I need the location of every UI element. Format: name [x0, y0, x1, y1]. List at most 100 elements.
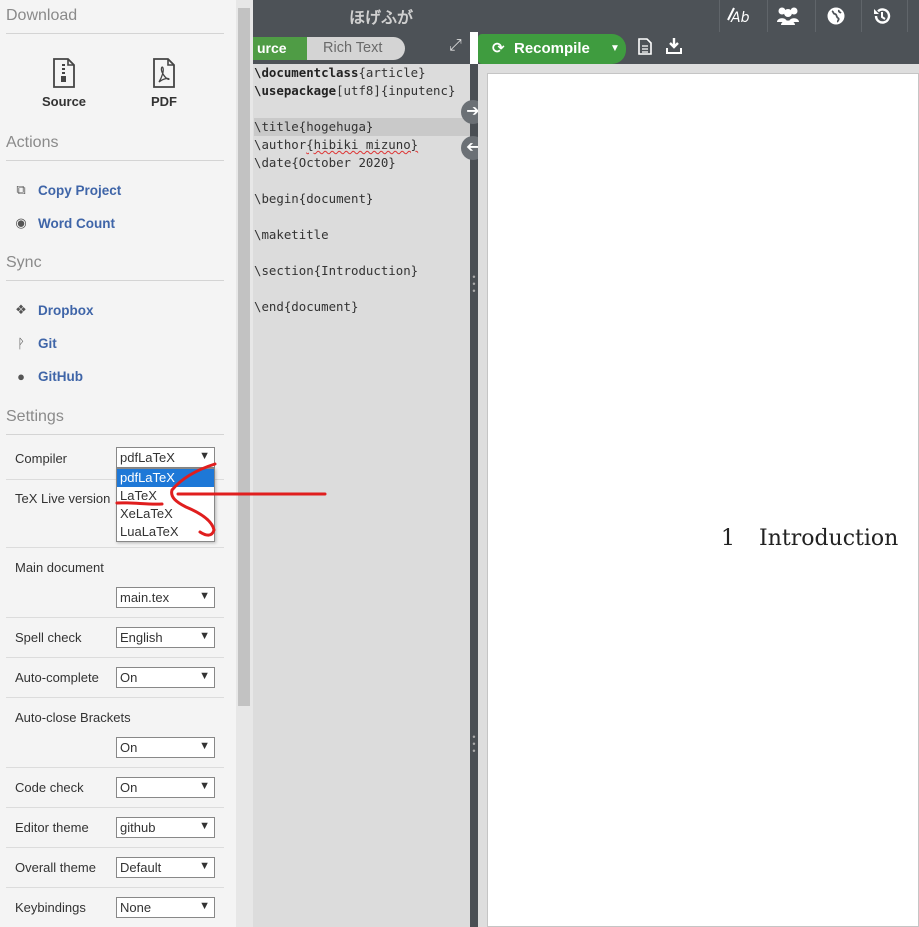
- resize-handle-icon[interactable]: • • •: [472, 273, 476, 296]
- share-icon[interactable]: [767, 0, 807, 32]
- editor-theme-select[interactable]: github ▼: [116, 817, 215, 838]
- editor-theme-row: Editor theme github ▼: [6, 808, 224, 848]
- code-line-active: \title{hogehuga}: [254, 118, 470, 136]
- overall-theme-label: Overall theme: [15, 860, 96, 875]
- compiler-label: Compiler: [15, 451, 68, 466]
- menu-scrollbar-thumb[interactable]: [238, 8, 250, 706]
- word-count-link[interactable]: ◉ Word Count: [14, 215, 115, 231]
- main-document-label: Main document: [15, 560, 104, 575]
- code-line: \documentclass{article}: [254, 65, 426, 80]
- git-icon: ᚹ: [17, 336, 25, 351]
- git-label: Git: [38, 336, 57, 351]
- pane-divider[interactable]: • • • • • •: [470, 64, 478, 927]
- history-icon[interactable]: [861, 0, 901, 32]
- compiler-option-pdflatex[interactable]: pdfLaTeX: [117, 469, 214, 487]
- keybindings-select[interactable]: None ▼: [116, 897, 215, 918]
- compiler-dropdown-list: pdfLaTeX LaTeX XeLaTeX LuaLaTeX: [116, 468, 215, 542]
- editor-mode-toggle[interactable]: urce Rich Text: [253, 37, 405, 60]
- auto-close-brackets-select[interactable]: On ▼: [116, 737, 215, 758]
- zip-file-icon: [53, 58, 75, 88]
- pdf-preview: 1 Introduction: [478, 64, 919, 927]
- code-line: \maketitle: [254, 227, 329, 242]
- github-link[interactable]: ● GitHub: [14, 369, 83, 384]
- copy-project-label: Copy Project: [38, 182, 122, 198]
- spell-check-select[interactable]: English ▼: [116, 627, 215, 648]
- code-editor[interactable]: \documentclass{article} \usepackage[utf8…: [253, 64, 470, 927]
- git-link[interactable]: ᚹ Git: [14, 336, 57, 351]
- section-title: Introduction: [759, 526, 899, 551]
- dropbox-label: Dropbox: [38, 302, 94, 318]
- rich-text-mode-button[interactable]: Rich Text: [323, 37, 382, 60]
- code-check-value: On: [120, 780, 138, 795]
- main-document-value: main.tex: [120, 590, 170, 605]
- code-check-row: Code check On ▼: [6, 768, 224, 808]
- overall-theme-select[interactable]: Default ▼: [116, 857, 215, 878]
- keybindings-value: None: [120, 900, 152, 915]
- compiler-value: pdfLaTeX: [120, 450, 175, 465]
- chevron-down-icon: ▼: [199, 450, 210, 462]
- chat-icon[interactable]: [907, 0, 919, 32]
- code-check-label: Code check: [15, 780, 84, 795]
- caret-down-icon[interactable]: ▼: [610, 34, 620, 64]
- pdf-section-heading: 1 Introduction: [721, 526, 898, 551]
- overall-theme-value: Default: [120, 860, 162, 875]
- project-title[interactable]: ほげふが: [349, 4, 413, 28]
- chevron-down-icon: ▼: [199, 630, 210, 642]
- download-pdf-button[interactable]: PDF: [124, 58, 204, 109]
- compiler-option-lualatex[interactable]: LuaLaTeX: [117, 523, 214, 541]
- code-line: \author{hibiki mizuno}: [254, 137, 419, 152]
- sync-heading: Sync: [6, 254, 224, 281]
- main-document-row: Main document main.tex ▼: [6, 548, 224, 618]
- compiler-option-xelatex[interactable]: XeLaTeX: [117, 505, 214, 523]
- github-icon: ●: [17, 369, 25, 384]
- expand-icon[interactable]: ⤢: [449, 37, 462, 55]
- spell-check-row: Spell check English ▼: [6, 618, 224, 658]
- svg-text:Ab: Ab: [730, 10, 750, 26]
- source-label: Source: [41, 94, 87, 109]
- download-pdf-icon[interactable]: [666, 37, 682, 58]
- recompile-button[interactable]: ⟳ Recompile ▼: [478, 34, 626, 64]
- editor-theme-label: Editor theme: [15, 820, 89, 835]
- editor-theme-value: github: [120, 820, 156, 835]
- copy-icon: ⧉: [16, 182, 26, 197]
- settings-menu: Download Source PDF Actions ⧉ Copy Proje…: [0, 0, 236, 927]
- github-label: GitHub: [38, 369, 83, 384]
- chevron-down-icon: ▼: [199, 780, 210, 792]
- chevron-down-icon: ▼: [199, 740, 210, 752]
- auto-close-brackets-label: Auto-close Brackets: [15, 710, 131, 725]
- download-heading: Download: [6, 7, 224, 34]
- main-document-select[interactable]: main.tex ▼: [116, 587, 215, 608]
- history-globe-icon[interactable]: [815, 0, 855, 32]
- chevron-down-icon: ▼: [199, 900, 210, 912]
- overall-theme-row: Overall theme Default ▼: [6, 848, 224, 888]
- chevron-down-icon: ▼: [199, 820, 210, 832]
- resize-handle-icon[interactable]: • • •: [472, 733, 476, 756]
- chevron-down-icon: ▼: [199, 590, 210, 602]
- code-line: \end{document}: [254, 299, 359, 314]
- logs-file-icon[interactable]: [638, 38, 652, 59]
- spell-check-value: English: [120, 630, 163, 645]
- copy-project-link[interactable]: ⧉ Copy Project: [14, 182, 121, 198]
- pdf-label: PDF: [151, 94, 177, 109]
- chevron-down-icon: ▼: [199, 670, 210, 682]
- settings-heading: Settings: [6, 408, 224, 435]
- dropbox-icon: ❖: [15, 302, 27, 317]
- review-icon[interactable]: Ab: [719, 0, 759, 32]
- auto-close-brackets-value: On: [120, 740, 138, 755]
- recompile-label: Recompile: [514, 40, 590, 57]
- code-check-select[interactable]: On ▼: [116, 777, 215, 798]
- texlive-label: TeX Live version: [15, 491, 111, 506]
- compiler-option-latex[interactable]: LaTeX: [117, 487, 214, 505]
- auto-complete-select[interactable]: On ▼: [116, 667, 215, 688]
- spell-check-label: Spell check: [15, 630, 82, 645]
- top-toolbar: ほげふが Ab: [253, 0, 919, 32]
- compiler-select[interactable]: pdfLaTeX ▼: [116, 447, 215, 468]
- download-source-button[interactable]: Source: [24, 58, 104, 109]
- pdf-page[interactable]: 1 Introduction: [487, 73, 919, 927]
- refresh-icon: ⟳: [492, 40, 505, 57]
- chevron-down-icon: ▼: [199, 860, 210, 872]
- dropbox-link[interactable]: ❖ Dropbox: [14, 302, 94, 318]
- auto-complete-value: On: [120, 670, 138, 685]
- keybindings-row: Keybindings None ▼: [6, 888, 224, 927]
- source-mode-button[interactable]: urce: [253, 37, 307, 60]
